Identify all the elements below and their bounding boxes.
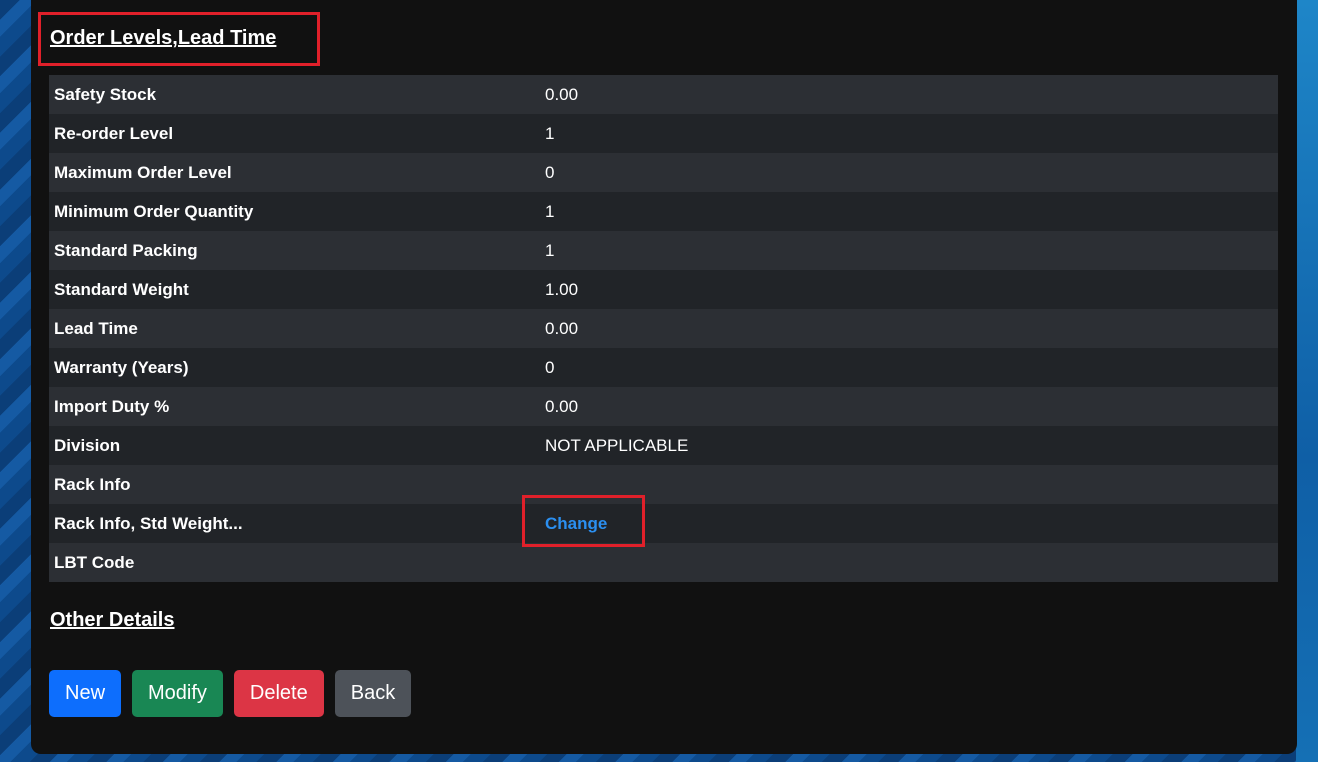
- table-row: Standard Weight 1.00: [49, 270, 1278, 309]
- row-value: 1: [545, 240, 555, 260]
- row-value: 0.00: [545, 396, 579, 416]
- details-panel: Order Levels,Lead Time Safety Stock 0.00 R…: [31, 0, 1297, 754]
- table-row: Minimum Order Quantity 1: [49, 192, 1278, 231]
- row-value: 1: [545, 123, 555, 143]
- row-label: Lead Time: [54, 318, 138, 338]
- table-row: Re-order Level 1: [49, 114, 1278, 153]
- row-label: Rack Info, Std Weight...: [54, 513, 243, 533]
- back-button[interactable]: Back: [334, 670, 412, 717]
- row-value: 0: [545, 357, 555, 377]
- row-value: NOT APPLICABLE: [545, 435, 689, 455]
- new-button[interactable]: New: [49, 670, 122, 717]
- modify-button[interactable]: Modify: [132, 670, 223, 717]
- row-value: 0.00: [545, 84, 579, 104]
- row-label: Rack Info: [54, 474, 131, 494]
- table-row: Rack Info, Std Weight... Change: [49, 504, 1278, 543]
- row-value: [540, 465, 1278, 504]
- row-label: Division: [54, 435, 121, 455]
- row-value: 1: [545, 201, 555, 221]
- row-label: Standard Packing: [54, 240, 198, 260]
- action-buttons: New Modify Delete Back: [49, 670, 412, 717]
- table-row: Safety Stock 0.00: [49, 75, 1278, 114]
- table-row: Import Duty % 0.00: [49, 387, 1278, 426]
- table-row: Standard Packing 1: [49, 231, 1278, 270]
- row-label: Standard Weight: [54, 279, 189, 299]
- details-table-body: Safety Stock 0.00 Re-order Level 1 Maximum O…: [49, 75, 1278, 582]
- table-row: Maximum Order Level 0: [49, 153, 1278, 192]
- table-row: Lead Time 0.00: [49, 309, 1278, 348]
- row-label: LBT Code: [54, 552, 135, 572]
- details-table: Safety Stock 0.00 Re-order Level 1 Maximum O…: [49, 75, 1278, 582]
- highlight-box-change: [522, 495, 645, 547]
- table-row: Rack Info: [49, 465, 1278, 504]
- delete-button[interactable]: Delete: [233, 670, 324, 717]
- highlight-box-title: [38, 12, 320, 66]
- row-value: 0: [545, 162, 555, 182]
- section-title-other-details[interactable]: Other Details: [50, 608, 174, 632]
- row-value: Change: [540, 504, 1278, 543]
- table-row: Division NOT APPLICABLE: [49, 426, 1278, 465]
- table-row: Warranty (Years) 0: [49, 348, 1278, 387]
- row-label: Warranty (Years): [54, 357, 189, 377]
- row-label: Minimum Order Quantity: [54, 201, 254, 221]
- row-value: 1.00: [545, 279, 579, 299]
- row-value: [540, 543, 1278, 582]
- row-label: Re-order Level: [54, 123, 174, 143]
- row-label: Import Duty %: [54, 396, 170, 416]
- background-edge: [1296, 0, 1318, 762]
- table-row: LBT Code: [49, 543, 1278, 582]
- row-value: 0.00: [545, 318, 579, 338]
- row-label: Maximum Order Level: [54, 162, 232, 182]
- row-label: Safety Stock: [54, 84, 157, 104]
